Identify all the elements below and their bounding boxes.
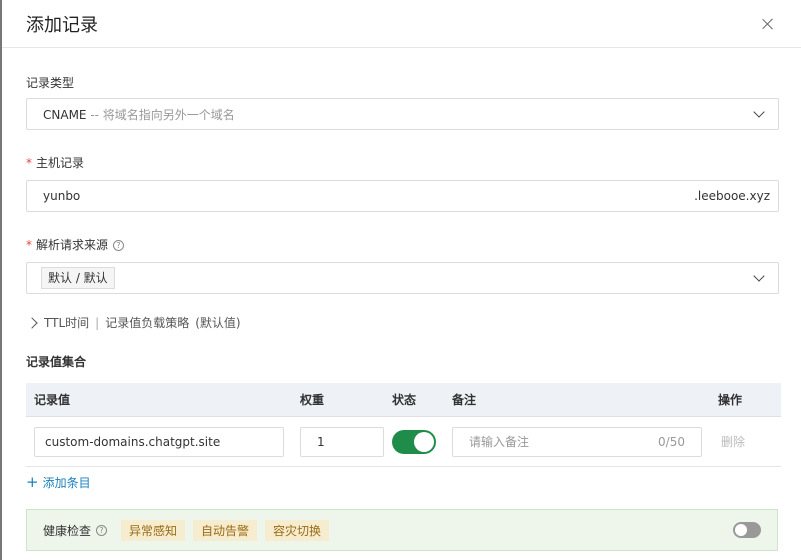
toggle-knob (735, 524, 747, 536)
required-mark: * (26, 238, 32, 252)
record-set-label-text: 记录值集合 (26, 355, 87, 369)
record-type-description: -- 将域名指向另外一个域名 (90, 107, 235, 122)
add-item-button[interactable]: + 添加条目 (26, 473, 779, 491)
advanced-settings-toggle[interactable]: TTL时间 | 记录值负载策略 (默认值) (26, 314, 779, 331)
record-type-name: CNAME (43, 107, 87, 122)
help-icon[interactable]: ? (96, 524, 108, 536)
record-table: 记录值 权重 状态 备注 操作 custom-domains.chatgpt.s… (26, 383, 781, 467)
badge-anomaly: 异常感知 (121, 519, 186, 541)
col-record-value: 记录值 (34, 393, 71, 407)
record-set-label: 记录值集合 (26, 353, 779, 371)
note-char-count: 0/50 (658, 434, 685, 449)
host-record-value: yunbo (43, 189, 81, 203)
dialog-body: 记录类型 CNAME -- 将域名指向另外一个域名 * 主机记录 yunbo .… (2, 74, 801, 551)
col-status: 状态 (392, 393, 417, 407)
weight-value: 1 (317, 434, 325, 449)
add-item-label: 添加条目 (42, 475, 91, 490)
resolve-source-select[interactable]: 默认 / 默认 (26, 262, 779, 294)
badge-alert: 自动告警 (193, 519, 258, 541)
chevron-down-icon (752, 107, 766, 121)
help-icon[interactable]: ? (113, 239, 125, 251)
record-type-label-text: 记录类型 (26, 76, 75, 90)
host-record-input[interactable]: yunbo .leebooe.xyz (26, 180, 779, 212)
health-check-toggle[interactable] (733, 522, 761, 538)
dialog-title: 添加记录 (26, 14, 98, 36)
toggle-knob (414, 431, 434, 452)
col-action: 操作 (718, 393, 743, 407)
delete-button[interactable]: 删除 (721, 435, 745, 449)
record-type-label: 记录类型 (26, 74, 779, 92)
separator: | (95, 315, 100, 330)
required-mark: * (26, 156, 32, 170)
table-row: custom-domains.chatgpt.site 1 请输入备注 0/50 (26, 417, 781, 467)
record-type-select[interactable]: CNAME -- 将域名指向另外一个域名 (26, 98, 779, 130)
health-check-label: 健康检查 (43, 523, 92, 538)
record-value-input[interactable]: custom-domains.chatgpt.site (34, 426, 284, 457)
record-type-value: CNAME -- 将域名指向另外一个域名 (43, 106, 752, 123)
host-record-label-text: 主机记录 (36, 156, 85, 170)
col-weight: 权重 (300, 393, 325, 407)
dialog-header: 添加记录 (2, 0, 801, 48)
health-check-panel: 健康检查 ? 异常感知 自动告警 容灾切换 (26, 509, 778, 551)
plus-icon: + (26, 473, 39, 491)
table-header: 记录值 权重 状态 备注 操作 (26, 383, 781, 417)
strategy-label: 记录值负载策略 (105, 316, 190, 330)
weight-input[interactable]: 1 (300, 426, 384, 457)
ttl-label: TTL时间 (44, 316, 90, 330)
resolve-source-tag: 默认 / 默认 (41, 267, 115, 289)
host-record-label: * 主机记录 (26, 154, 779, 172)
status-toggle[interactable] (392, 429, 436, 454)
note-placeholder: 请输入备注 (469, 435, 530, 449)
note-input[interactable]: 请输入备注 0/50 (452, 426, 702, 457)
col-note: 备注 (452, 393, 477, 407)
badge-failover: 容灾切换 (265, 519, 330, 541)
resolve-source-label-text: 解析请求来源 (36, 238, 109, 252)
resolve-source-label: * 解析请求来源 ? (26, 236, 779, 254)
strategy-default: (默认值) (195, 316, 241, 330)
close-icon[interactable] (759, 15, 777, 33)
record-value-text: custom-domains.chatgpt.site (45, 434, 221, 449)
domain-suffix: .leebooe.xyz (694, 189, 770, 203)
chevron-right-icon (26, 316, 38, 329)
chevron-down-icon (752, 271, 766, 285)
